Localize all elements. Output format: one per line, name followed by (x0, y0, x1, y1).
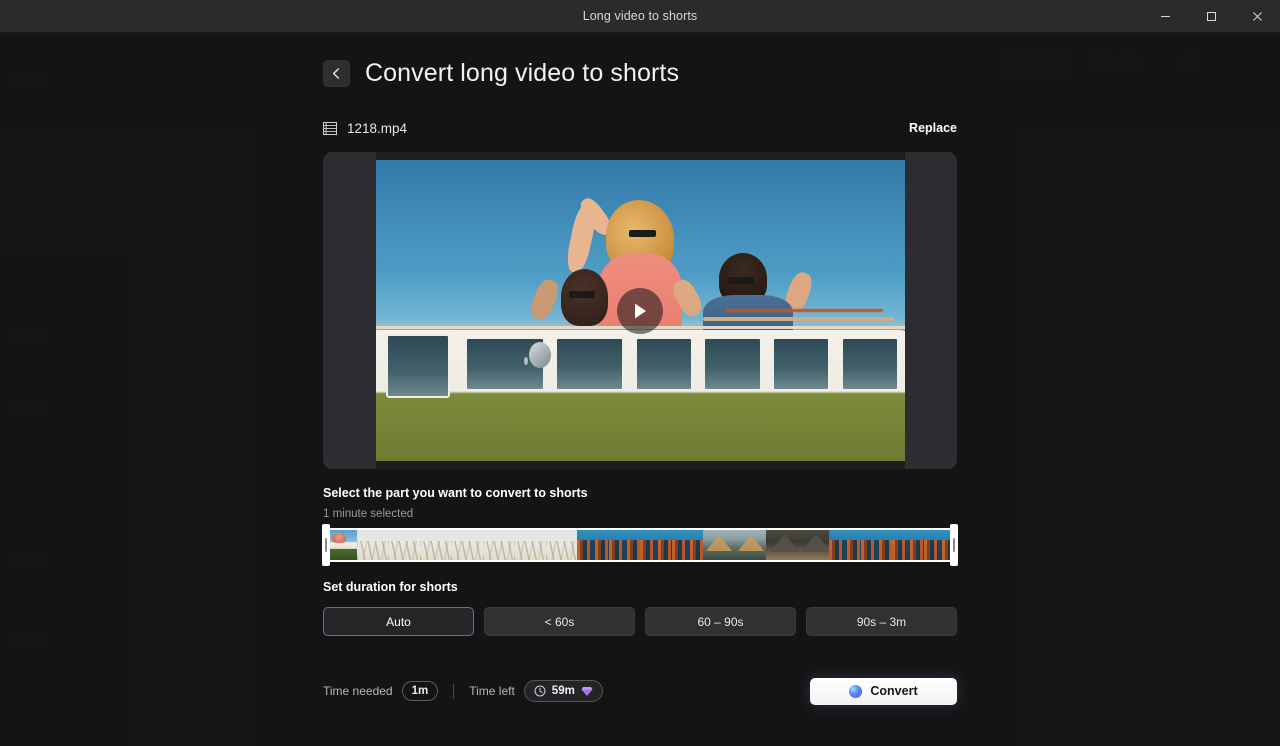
handle-notch-icon (953, 538, 955, 552)
maximize-button[interactable] (1188, 0, 1234, 33)
gem-icon (581, 686, 593, 697)
duration-option-1[interactable]: < 60s (484, 607, 635, 636)
frame-roof-rack-top (725, 309, 884, 312)
selection-info: 1 minute selected (323, 508, 957, 520)
timeline-thumbnail[interactable] (420, 530, 452, 560)
close-button[interactable] (1234, 0, 1280, 33)
duration-option-label: < 60s (545, 615, 575, 629)
timeline-thumbnail[interactable] (640, 530, 672, 560)
timeline-thumbnail[interactable] (861, 530, 893, 560)
frame-bus-mirror (529, 342, 551, 368)
selection-section-label: Select the part you want to convert to s… (323, 486, 957, 500)
frame-letterbox-top (376, 152, 905, 160)
close-icon (1252, 11, 1263, 22)
time-left-value: 59m (552, 685, 575, 697)
maximize-icon (1206, 11, 1217, 22)
frame-bus-window-4 (635, 337, 693, 391)
timeline-thumbnail[interactable] (609, 530, 641, 560)
chevron-left-icon (330, 67, 343, 80)
modal-overlay: Convert long video to shorts 1218.mp4 Re… (0, 33, 1280, 746)
video-preview-panel (323, 152, 957, 469)
timeline-thumbnail[interactable] (483, 530, 515, 560)
timeline-thumbnail[interactable] (766, 530, 798, 560)
duration-option-3[interactable]: 90s – 3m (806, 607, 957, 636)
play-button[interactable] (617, 288, 663, 334)
minimize-button[interactable] (1142, 0, 1188, 33)
handle-notch-icon (325, 538, 327, 552)
page-title: Convert long video to shorts (365, 59, 679, 88)
file-name: 1218.mp4 (347, 121, 407, 136)
window-title: Long video to shorts (0, 9, 1280, 23)
timeline-thumbnail[interactable] (672, 530, 704, 560)
frame-sunglasses-2 (569, 291, 595, 298)
duration-options: Auto < 60s 60 – 90s 90s – 3m (323, 607, 957, 636)
file-row: 1218.mp4 Replace (323, 118, 957, 138)
timeline-thumbnail[interactable] (577, 530, 609, 560)
window-controls (1142, 0, 1280, 33)
timeline-thumbnail[interactable] (703, 530, 735, 560)
frame-bus-window-3 (555, 337, 624, 391)
duration-option-label: 60 – 90s (697, 615, 743, 629)
window-titlebar: Long video to shorts (0, 0, 1280, 33)
convert-button-label: Convert (870, 684, 917, 698)
duration-option-0[interactable]: Auto (323, 607, 474, 636)
footer-divider (453, 684, 454, 699)
video-frame[interactable] (376, 152, 905, 469)
convert-button[interactable]: Convert (810, 678, 957, 705)
ai-orb-icon (849, 685, 862, 698)
frame-bus-window-6 (772, 337, 830, 391)
time-needed-value: 1m (402, 681, 439, 701)
time-left-badge[interactable]: 59m (524, 680, 603, 702)
duration-option-label: Auto (386, 615, 411, 629)
timeline-handle-right[interactable] (950, 524, 958, 566)
dialog-header: Convert long video to shorts (323, 56, 957, 90)
frame-sunglasses-3 (727, 277, 753, 284)
timeline-strip[interactable] (323, 528, 957, 562)
convert-dialog: Convert long video to shorts 1218.mp4 Re… (323, 56, 957, 706)
timeline-thumbnail[interactable] (546, 530, 578, 560)
frame-bus-window-1 (386, 334, 449, 397)
frame-bus-window-7 (841, 337, 899, 391)
frame-sunglasses-1 (629, 230, 655, 237)
play-icon (632, 302, 648, 320)
timeline-thumbnail[interactable] (735, 530, 767, 560)
duration-option-2[interactable]: 60 – 90s (645, 607, 796, 636)
timeline-thumbnail[interactable] (798, 530, 830, 560)
duration-option-label: 90s – 3m (857, 615, 906, 629)
back-button[interactable] (323, 60, 350, 87)
dialog-footer: Time needed 1m Time left 59m Convert (323, 676, 957, 706)
frame-roof-rack (703, 317, 893, 321)
minimize-icon (1160, 11, 1171, 22)
timeline-thumbnail[interactable] (388, 530, 420, 560)
frame-letterbox-bottom (376, 461, 905, 469)
replace-button[interactable]: Replace (909, 121, 957, 135)
frame-bus-window-5 (703, 337, 761, 391)
time-left-label: Time left (469, 684, 515, 698)
timeline-wrapper (323, 528, 957, 562)
time-needed-label: Time needed (323, 684, 393, 698)
timeline-thumbnail[interactable] (892, 530, 924, 560)
timeline-thumbnail[interactable] (829, 530, 861, 560)
clock-icon (534, 685, 546, 697)
timeline-thumbnail[interactable] (451, 530, 483, 560)
timeline-handle-left[interactable] (322, 524, 330, 566)
video-file-icon (323, 122, 337, 135)
timeline-thumbnail[interactable] (514, 530, 546, 560)
duration-section-label: Set duration for shorts (323, 580, 957, 594)
timeline-thumbnail[interactable] (357, 530, 389, 560)
